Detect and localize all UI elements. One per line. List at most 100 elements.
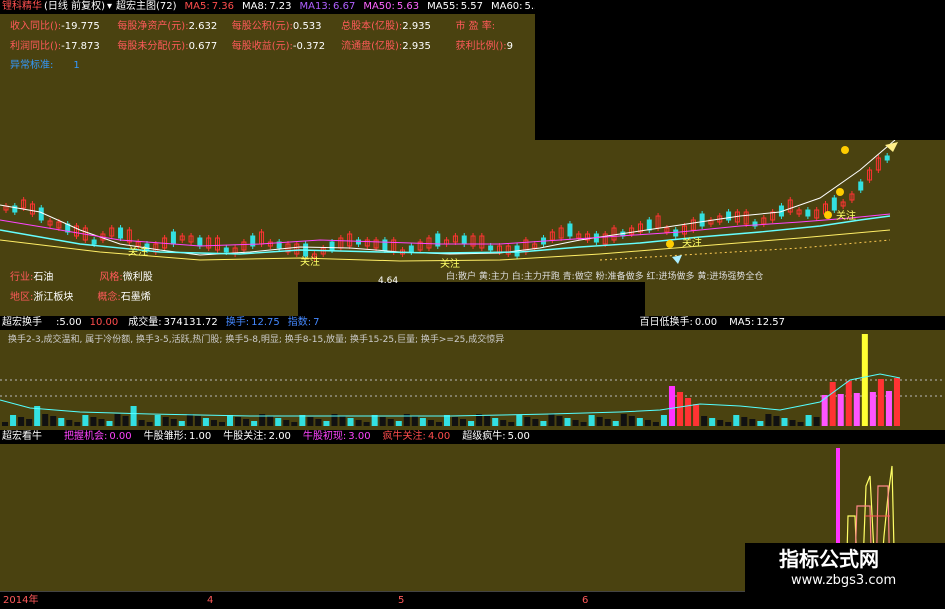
turnover-bar [644,420,651,426]
turnover-bar [243,419,250,426]
watermark: 指标公式网 www.zbgs3.com [745,543,945,593]
turnover-bar [757,421,764,426]
turnover-bar [395,421,402,426]
turnover-bar [652,422,659,426]
turnover-bar [620,414,627,426]
dropdown-arrow-icon[interactable]: ▾ [107,1,112,13]
fundamental-label: 流通盘(亿股): [341,41,403,52]
fundamental-label: 每股未分配(元): [117,41,189,52]
time-axis-label: 4 [207,595,214,606]
abnormal-value: 1 [73,60,80,71]
period-label[interactable]: (日线 前复权) [44,1,105,13]
stock-info-overlay: 行业: 石油 风格: 微利股 地区: 浙江板块 概念: 石墨烯 [10,272,153,303]
turnover-bar [66,420,73,426]
turnover-bar [114,414,121,426]
turnover-bar [235,417,242,426]
turnover-bar [468,421,475,426]
turnover-bar [387,419,394,426]
fundamental-value: -17.873 [61,41,100,52]
fundamental-label: 每股公积(元): [231,21,293,32]
bull-item-value: 3.00 [348,431,371,442]
turnover-bar [781,418,788,426]
bull-indicator-name[interactable]: 超宏看牛 [2,431,42,443]
candle [197,237,203,247]
turnover-bar [885,391,892,426]
fundamental-value: 0.677 [188,41,218,52]
fundamental-item: 市 盈 率: [455,21,535,33]
turnover-bar [829,382,836,426]
time-axis[interactable]: 2014年 4 5 6 [0,591,945,609]
fundamental-value: 2.935 [402,41,431,52]
abnormal-label: 异常标准: [10,60,54,71]
fundamental-label: 总股本(亿股): [341,21,403,32]
turnover-indicator-name[interactable]: 超宏换手 [2,317,42,329]
turnover-bar [443,415,450,426]
turnover-bar [701,416,708,426]
stock-name[interactable]: 锂科精华 [2,1,42,13]
bull-item-label: 疯牛关注: [382,431,426,442]
turnover-bar [717,420,724,426]
indicator-name[interactable]: 超宏主图(72) [116,1,177,13]
turnover-bar [596,417,603,426]
fundamental-label: 利润同比(): [10,41,62,52]
turnover-bar [540,421,547,426]
turnover-bar [604,419,611,426]
candlesticks [3,153,890,261]
ma-label: MA50: [363,1,395,12]
fundamental-item: 每股未分配(元): 0.677 [117,41,231,53]
turnover-bar [484,416,491,426]
turnover-bar [636,418,643,426]
turnover-bar [411,416,418,426]
candle [461,235,467,245]
ma-label: MA55: [427,1,459,12]
turnover-bar [371,415,378,426]
candle [329,241,335,251]
fundamental-item: 获利比例(): 9 [455,41,535,53]
turnover-bar [106,421,113,426]
turnover-bar [178,421,185,426]
candle [831,197,837,211]
bull-item-label: 牛股初现: [302,431,347,442]
turnover-bar [548,414,555,426]
turnover-bar [299,415,306,426]
turnover-bar [869,392,876,426]
bull-panel-header: 超宏看牛 把握机会: 0.00 牛股雏形: 1.00 牛股关注: 2.00 牛股初现: 3.0… [0,430,945,444]
turnover-bar [315,419,322,426]
time-axis-label: 6 [582,595,589,606]
turnover-bar [516,415,523,426]
fundamental-item: 利润同比(): -17.873 [10,41,117,53]
turnover-chart[interactable] [0,330,945,430]
turnover-bar [355,420,362,426]
turnover-bar [765,414,772,426]
fundamental-item: 总股本(亿股): 2.935 [341,21,455,33]
guanzhu-label-5: 关注 [836,209,856,222]
fundamental-item: 收入同比(): -19.775 [10,21,117,33]
turnover-panel-header: 超宏换手 :5.00 10.00 成交量: 374131.72 换手: 12.7… [0,316,945,330]
turnover-bar [789,420,796,426]
bull-item-value: 1.00 [189,431,212,442]
turnover-bar [227,415,234,426]
candle [858,181,864,191]
candle [805,209,811,217]
turnover-bar [275,418,282,426]
ma-label: MA13: [299,1,332,12]
turnover-bar [500,420,507,426]
turnover-bar [2,422,9,426]
turnover-bar [427,420,434,426]
turnover-bar [693,404,700,426]
turnover-bar [741,417,748,426]
bull-item-value: 0.00 [109,431,132,442]
candle [223,247,229,253]
signal-coin-icon [666,240,674,248]
turnover-bar [668,386,675,426]
turnover-bar [10,415,17,426]
turnover-bar [797,422,804,426]
turnover-bar [130,406,137,426]
bull-item-label: 把握机会: [64,431,108,442]
bull-item-label: 牛股关注: [223,431,267,442]
turnover-bar [82,415,89,426]
turnover-bar [18,417,25,426]
turnover-bar [162,417,169,426]
turnover-bar [556,416,563,426]
turnover-bar [725,422,732,426]
